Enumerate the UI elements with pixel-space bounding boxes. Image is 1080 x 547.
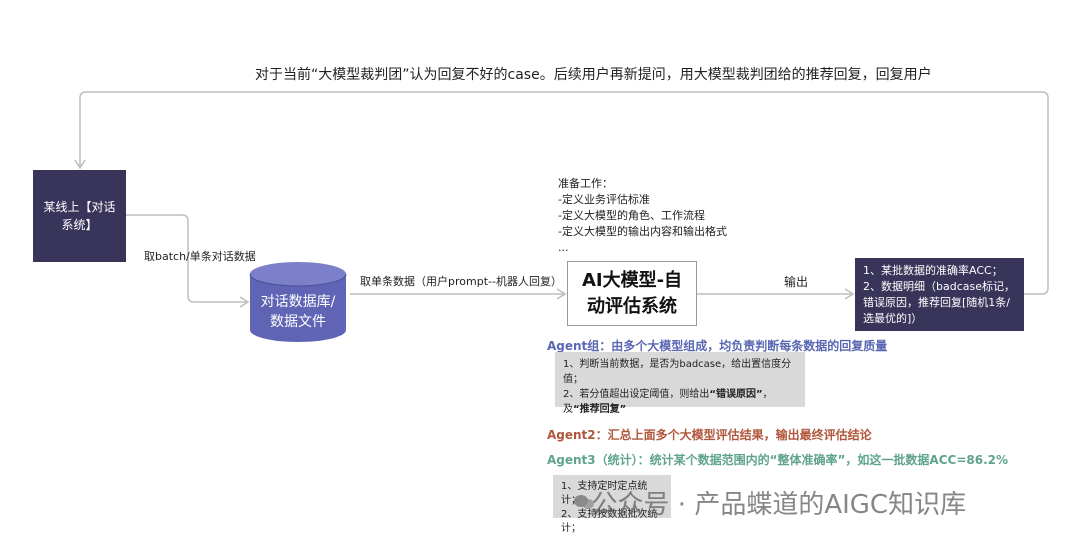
agent3-title: Agent3（统计）：统计某个数据范围内的“整体准确率”，如这一批数据ACC=8… — [547, 453, 1009, 467]
prep-item: -定义大模型的输出内容和输出格式 — [558, 225, 727, 238]
output-line2: 2、数据明细（badcase标记，错误原因，推荐回复[随机1条/选最优的]） — [863, 280, 1015, 325]
agent1-detail-box: 1、判断当前数据，是否为badcase，给出置信度分值； 2、若分值超出设定阈值… — [555, 352, 805, 415]
agent1-line2: 2、若分值超出设定阈值，则给出“错误原因”，及“推荐回复” — [563, 387, 797, 417]
prep-notes: 准备工作： -定义业务评估标准 -定义大模型的角色、工作流程 -定义大模型的输出内容和… — [558, 176, 727, 256]
agent2-title: Agent2：汇总上面多个大模型评估结果，输出最终评估结论 — [547, 428, 872, 442]
output-label: 输出 — [784, 275, 809, 289]
online-system-label: 某线上【对话系统】 — [43, 200, 116, 232]
agent1-line2-prefix: 2、若分值超出设定阈值，则给出 — [563, 389, 710, 400]
prep-item: -定义业务评估标准 — [558, 193, 650, 206]
ai-evaluation-system-box: AI大模型-自动评估系统 — [567, 261, 697, 326]
database-label: 对话数据库/ 数据文件 — [250, 292, 346, 332]
watermark: 公众号 · 产品蝶道的AIGC知识库 — [575, 484, 967, 521]
ai-system-label: AI大模型-自动评估系统 — [581, 269, 683, 317]
single-data-label: 取单条数据（用户prompt--机器人回复） — [360, 275, 562, 288]
agent1-recommended-reply: “推荐回复” — [573, 404, 627, 415]
prep-item: -定义大模型的角色、工作流程 — [558, 209, 705, 222]
database-label-line1: 对话数据库/ — [260, 294, 336, 310]
agent1-line1: 1、判断当前数据，是否为badcase，给出置信度分值； — [563, 359, 792, 385]
database-label-line2: 数据文件 — [270, 314, 326, 330]
agent1-error-reason: “错误原因” — [709, 389, 763, 400]
prep-item: ... — [558, 241, 569, 254]
fetch-label: 取batch/单条对话数据 — [144, 250, 256, 263]
online-system-box: 某线上【对话系统】 — [33, 170, 126, 262]
output-box: 1、某批数据的准确率ACC； 2、数据明细（badcase标记，错误原因，推荐回… — [855, 258, 1024, 331]
watermark-text: 公众号 · 产品蝶道的AIGC知识库 — [591, 490, 967, 520]
output-line1: 1、某批数据的准确率ACC； — [863, 264, 1003, 277]
prep-title: 准备工作： — [558, 177, 613, 190]
feedback-caption: 对于当前“大模型裁判团”认为回复不好的case。后续用户再新提问，用大模型裁判团… — [255, 67, 932, 83]
